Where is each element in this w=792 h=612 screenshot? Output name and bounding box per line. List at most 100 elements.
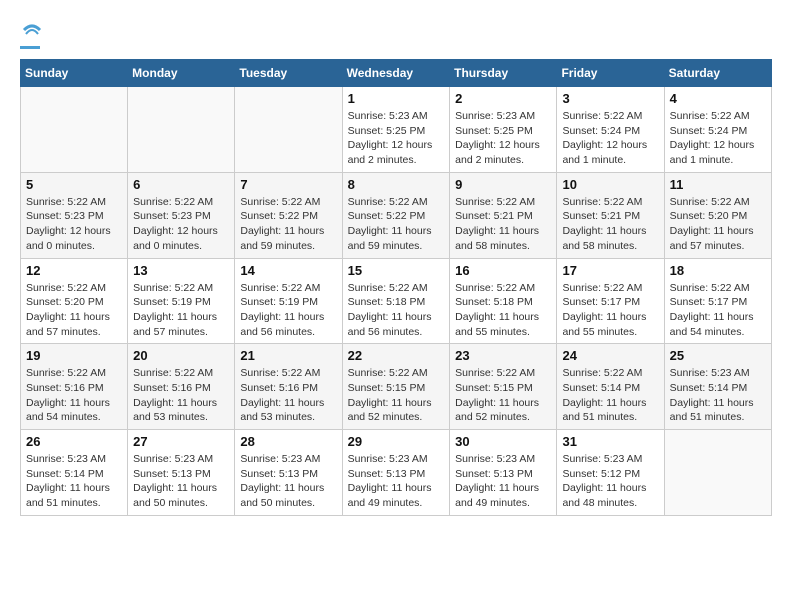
col-header-monday: Monday [128,60,235,87]
day-info: Sunrise: 5:22 AMSunset: 5:23 PMDaylight:… [26,195,122,254]
day-info: Sunrise: 5:22 AMSunset: 5:22 PMDaylight:… [348,195,445,254]
day-number: 21 [240,348,336,363]
calendar-cell: 1 Sunrise: 5:23 AMSunset: 5:25 PMDaylight… [342,87,450,173]
day-number: 31 [562,434,658,449]
day-number: 4 [670,91,766,106]
day-number: 26 [26,434,122,449]
day-number: 28 [240,434,336,449]
day-info: Sunrise: 5:22 AMSunset: 5:15 PMDaylight:… [348,366,445,425]
day-info: Sunrise: 5:22 AMSunset: 5:20 PMDaylight:… [670,195,766,254]
day-number: 11 [670,177,766,192]
col-header-sunday: Sunday [21,60,128,87]
day-number: 29 [348,434,445,449]
day-number: 18 [670,263,766,278]
day-number: 17 [562,263,658,278]
calendar-week-row: 1 Sunrise: 5:23 AMSunset: 5:25 PMDaylight… [21,87,772,173]
day-info: Sunrise: 5:22 AMSunset: 5:21 PMDaylight:… [455,195,551,254]
calendar-cell [128,87,235,173]
day-number: 9 [455,177,551,192]
day-info: Sunrise: 5:22 AMSunset: 5:22 PMDaylight:… [240,195,336,254]
logo [20,20,40,49]
calendar-week-row: 12 Sunrise: 5:22 AMSunset: 5:20 PMDayligh… [21,258,772,344]
day-info: Sunrise: 5:23 AMSunset: 5:25 PMDaylight:… [455,109,551,168]
calendar-cell: 11 Sunrise: 5:22 AMSunset: 5:20 PMDayligh… [664,172,771,258]
day-number: 22 [348,348,445,363]
calendar-cell: 4Sunrise: 5:22 AMSunset: 5:24 PMDaylight… [664,87,771,173]
calendar-cell: 29 Sunrise: 5:23 AMSunset: 5:13 PMDayligh… [342,430,450,516]
day-info: Sunrise: 5:22 AMSunset: 5:19 PMDaylight:… [133,281,229,340]
calendar-cell: 30Sunrise: 5:23 AMSunset: 5:13 PMDayligh… [450,430,557,516]
calendar-cell: 6 Sunrise: 5:22 AMSunset: 5:23 PMDaylight… [128,172,235,258]
day-info: Sunrise: 5:23 AMSunset: 5:13 PMDaylight:… [240,452,336,511]
calendar-cell: 20Sunrise: 5:22 AMSunset: 5:16 PMDayligh… [128,344,235,430]
day-info: Sunrise: 5:22 AMSunset: 5:18 PMDaylight:… [348,281,445,340]
day-number: 10 [562,177,658,192]
calendar-cell: 9 Sunrise: 5:22 AMSunset: 5:21 PMDaylight… [450,172,557,258]
calendar-cell: 28 Sunrise: 5:23 AMSunset: 5:13 PMDayligh… [235,430,342,516]
day-number: 14 [240,263,336,278]
calendar-cell: 24 Sunrise: 5:22 AMSunset: 5:14 PMDayligh… [557,344,664,430]
day-info: Sunrise: 5:23 AMSunset: 5:25 PMDaylight:… [348,109,445,168]
calendar-cell: 12 Sunrise: 5:22 AMSunset: 5:20 PMDayligh… [21,258,128,344]
calendar-cell: 23Sunrise: 5:22 AMSunset: 5:15 PMDayligh… [450,344,557,430]
calendar-week-row: 26 Sunrise: 5:23 AMSunset: 5:14 PMDayligh… [21,430,772,516]
day-number: 12 [26,263,122,278]
calendar-cell: 31Sunrise: 5:23 AMSunset: 5:12 PMDayligh… [557,430,664,516]
calendar-cell: 7 Sunrise: 5:22 AMSunset: 5:22 PMDaylight… [235,172,342,258]
day-info: Sunrise: 5:22 AMSunset: 5:14 PMDaylight:… [562,366,658,425]
day-number: 3 [562,91,658,106]
logo-underline [20,46,40,49]
day-info: Sunrise: 5:22 AMSunset: 5:21 PMDaylight:… [562,195,658,254]
calendar-cell [235,87,342,173]
day-info: Sunrise: 5:22 AMSunset: 5:20 PMDaylight:… [26,281,122,340]
calendar-cell: 18 Sunrise: 5:22 AMSunset: 5:17 PMDayligh… [664,258,771,344]
calendar-body: 1 Sunrise: 5:23 AMSunset: 5:25 PMDaylight… [21,87,772,516]
col-header-wednesday: Wednesday [342,60,450,87]
calendar-cell: 2Sunrise: 5:23 AMSunset: 5:25 PMDaylight… [450,87,557,173]
day-info: Sunrise: 5:22 AMSunset: 5:16 PMDaylight:… [26,366,122,425]
day-info: Sunrise: 5:22 AMSunset: 5:16 PMDaylight:… [133,366,229,425]
day-number: 24 [562,348,658,363]
calendar-cell: 3 Sunrise: 5:22 AMSunset: 5:24 PMDaylight… [557,87,664,173]
day-number: 25 [670,348,766,363]
col-header-thursday: Thursday [450,60,557,87]
day-info: Sunrise: 5:23 AMSunset: 5:14 PMDaylight:… [26,452,122,511]
logo-text [20,20,40,44]
day-number: 1 [348,91,445,106]
day-number: 16 [455,263,551,278]
day-info: Sunrise: 5:22 AMSunset: 5:19 PMDaylight:… [240,281,336,340]
calendar-cell: 14 Sunrise: 5:22 AMSunset: 5:19 PMDayligh… [235,258,342,344]
calendar-cell: 27 Sunrise: 5:23 AMSunset: 5:13 PMDayligh… [128,430,235,516]
day-number: 13 [133,263,229,278]
calendar-header-row: SundayMondayTuesdayWednesdayThursdayFrid… [21,60,772,87]
calendar-week-row: 19 Sunrise: 5:22 AMSunset: 5:16 PMDayligh… [21,344,772,430]
calendar-cell: 16 Sunrise: 5:22 AMSunset: 5:18 PMDayligh… [450,258,557,344]
day-info: Sunrise: 5:23 AMSunset: 5:13 PMDaylight:… [348,452,445,511]
calendar-cell: 19 Sunrise: 5:22 AMSunset: 5:16 PMDayligh… [21,344,128,430]
calendar-cell: 25 Sunrise: 5:23 AMSunset: 5:14 PMDayligh… [664,344,771,430]
day-info: Sunrise: 5:22 AMSunset: 5:17 PMDaylight:… [670,281,766,340]
calendar-cell: 21 Sunrise: 5:22 AMSunset: 5:16 PMDayligh… [235,344,342,430]
col-header-tuesday: Tuesday [235,60,342,87]
day-info: Sunrise: 5:23 AMSunset: 5:13 PMDaylight:… [133,452,229,511]
day-info: Sunrise: 5:22 AMSunset: 5:16 PMDaylight:… [240,366,336,425]
day-number: 19 [26,348,122,363]
calendar-cell: 17 Sunrise: 5:22 AMSunset: 5:17 PMDayligh… [557,258,664,344]
day-number: 6 [133,177,229,192]
day-info: Sunrise: 5:23 AMSunset: 5:13 PMDaylight:… [455,452,551,511]
day-info: Sunrise: 5:22 AMSunset: 5:17 PMDaylight:… [562,281,658,340]
day-info: Sunrise: 5:22 AMSunset: 5:23 PMDaylight:… [133,195,229,254]
calendar-cell [664,430,771,516]
calendar-cell: 15Sunrise: 5:22 AMSunset: 5:18 PMDayligh… [342,258,450,344]
day-info: Sunrise: 5:22 AMSunset: 5:24 PMDaylight:… [562,109,658,168]
day-number: 27 [133,434,229,449]
calendar-cell: 8Sunrise: 5:22 AMSunset: 5:22 PMDaylight… [342,172,450,258]
day-info: Sunrise: 5:23 AMSunset: 5:14 PMDaylight:… [670,366,766,425]
page-header [20,20,772,49]
calendar-week-row: 5Sunrise: 5:22 AMSunset: 5:23 PMDaylight… [21,172,772,258]
day-info: Sunrise: 5:22 AMSunset: 5:18 PMDaylight:… [455,281,551,340]
calendar-cell: 10 Sunrise: 5:22 AMSunset: 5:21 PMDayligh… [557,172,664,258]
day-number: 7 [240,177,336,192]
calendar-cell: 13 Sunrise: 5:22 AMSunset: 5:19 PMDayligh… [128,258,235,344]
col-header-friday: Friday [557,60,664,87]
